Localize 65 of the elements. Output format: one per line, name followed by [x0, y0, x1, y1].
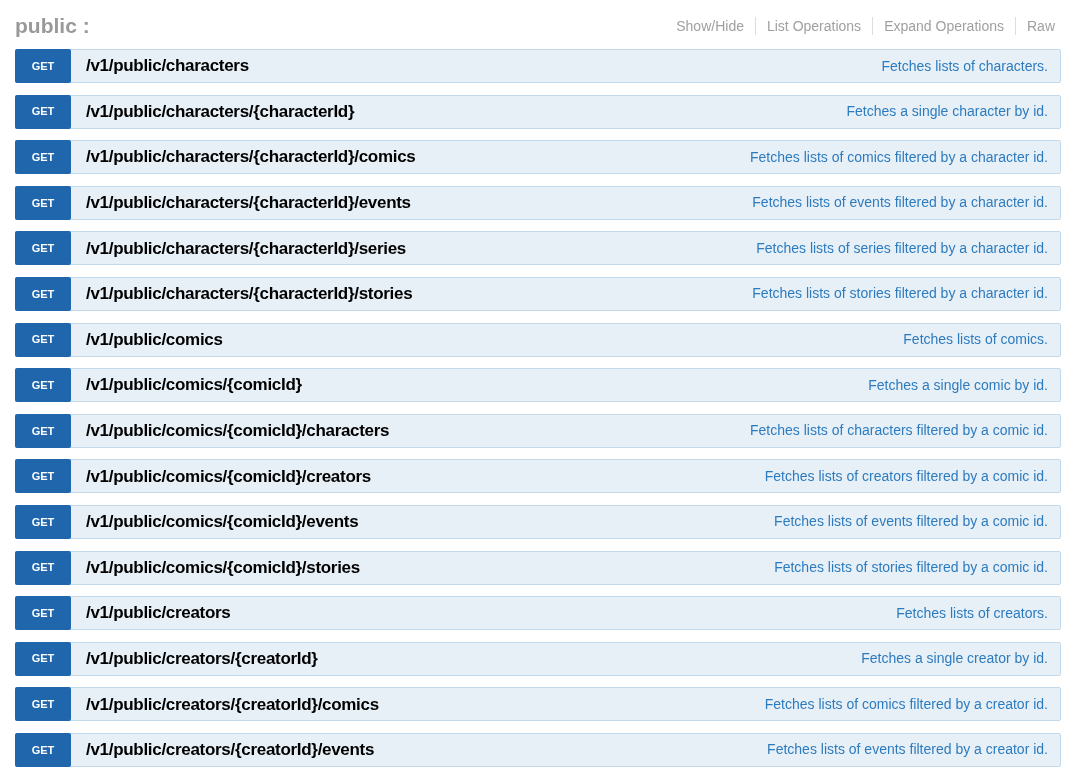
- operation-row[interactable]: GET /v1/public/comics/{comicId}/events Fetches lists of events filtered by a comic id.: [15, 504, 1061, 539]
- method-badge: GET: [15, 504, 71, 539]
- method-badge: GET: [15, 185, 71, 220]
- endpoint-path[interactable]: /v1/public/creators/{creatorId}/comics: [86, 691, 379, 718]
- method-badge: GET: [15, 231, 71, 266]
- endpoint-summary: Fetches lists of events filtered by a comic id.: [774, 512, 1048, 532]
- method-badge: GET: [15, 413, 71, 448]
- endpoint-path[interactable]: /v1/public/creators/{creatorId}/events: [86, 737, 375, 763]
- endpoint-summary: Fetches lists of stories filtered by a character id.: [752, 284, 1048, 304]
- endpoint-path[interactable]: /v1/public/comics/{comicId}/stories: [86, 554, 360, 581]
- endpoint-summary: Fetches lists of stories filtered by a comic id.: [774, 558, 1048, 578]
- method-badge: GET: [15, 732, 71, 767]
- operation-row[interactable]: GET /v1/public/creators Fetches lists of creators.: [15, 596, 1061, 631]
- section-title: public :: [15, 13, 90, 40]
- endpoint-path[interactable]: /v1/public/characters/{characterId}/events: [86, 190, 411, 216]
- method-badge: GET: [15, 276, 71, 311]
- endpoint-summary: Fetches lists of events filtered by a creator id.: [767, 740, 1048, 760]
- method-badge: GET: [15, 368, 71, 403]
- endpoint-path[interactable]: /v1/public/creators/{creatorId}: [86, 645, 318, 672]
- endpoint-path[interactable]: /v1/public/comics/{comicId}: [86, 372, 302, 398]
- method-badge: GET: [15, 459, 71, 494]
- endpoint-path[interactable]: /v1/public/characters/{characterId}/series: [86, 235, 407, 262]
- endpoint-summary: Fetches lists of series filtered by a character id.: [756, 238, 1048, 258]
- method-badge: GET: [15, 322, 71, 357]
- operation-row[interactable]: GET /v1/public/characters/{characterId}/comics Fetches lists of comics filtered by a character id.: [15, 140, 1061, 175]
- endpoint-summary: Fetches lists of comics filtered by a character id.: [750, 147, 1048, 167]
- endpoint-path[interactable]: /v1/public/comics/{comicId}/creators: [86, 463, 371, 490]
- endpoint-summary: Fetches lists of events filtered by a character id.: [752, 193, 1048, 213]
- endpoint-summary: Fetches a single creator by id.: [861, 649, 1048, 669]
- method-badge: GET: [15, 550, 71, 585]
- operation-row[interactable]: GET /v1/public/creators/{creatorId} Fetches a single creator by id.: [15, 641, 1061, 676]
- operation-row[interactable]: GET /v1/public/characters Fetches lists of characters.: [15, 49, 1061, 83]
- endpoint-summary: Fetches a single character by id.: [846, 102, 1048, 122]
- endpoint-summary: Fetches lists of comics.: [903, 330, 1048, 350]
- endpoint-summary: Fetches a single comic by id.: [868, 375, 1048, 395]
- endpoint-path[interactable]: /v1/public/characters/{characterId}/comics: [86, 144, 416, 170]
- endpoint-path[interactable]: /v1/public/characters/{characterId}/stories: [86, 281, 413, 307]
- endpoint-summary: Fetches lists of creators.: [896, 603, 1048, 623]
- endpoint-path[interactable]: /v1/public/comics: [86, 326, 223, 353]
- operation-row[interactable]: GET /v1/public/creators/{creatorId}/comics Fetches lists of comics filtered by a creator id.: [15, 687, 1061, 722]
- endpoint-path[interactable]: /v1/public/characters: [86, 53, 249, 79]
- method-badge: GET: [15, 49, 71, 83]
- operation-row[interactable]: GET /v1/public/comics/{comicId}/creators Fetches lists of creators filtered by a comic id.: [15, 459, 1061, 494]
- operation-row[interactable]: GET /v1/public/characters/{characterId}/series Fetches lists of series filtered by a character id.: [15, 231, 1061, 266]
- operation-row[interactable]: GET /v1/public/characters/{characterId}/stories Fetches lists of stories filtered by a character id.: [15, 276, 1061, 311]
- endpoint-summary: Fetches lists of characters filtered by a comic id.: [750, 421, 1048, 441]
- method-badge: GET: [15, 687, 71, 722]
- operation-row[interactable]: GET /v1/public/comics/{comicId}/stories Fetches lists of stories filtered by a comic id.: [15, 550, 1061, 585]
- operation-row[interactable]: GET /v1/public/creators/{creatorId}/events Fetches lists of events filtered by a creator id.: [15, 732, 1061, 767]
- operation-row[interactable]: GET /v1/public/characters/{characterId} Fetches a single character by id.: [15, 94, 1061, 129]
- endpoint-summary: Fetches lists of characters.: [881, 56, 1048, 76]
- endpoint-summary: Fetches lists of creators filtered by a comic id.: [764, 466, 1048, 486]
- method-badge: GET: [15, 94, 71, 129]
- endpoint-path[interactable]: /v1/public/comics/{comicId}/characters: [86, 418, 390, 444]
- method-badge: GET: [15, 641, 71, 676]
- method-badge: GET: [15, 140, 71, 175]
- operation-row[interactable]: GET /v1/public/comics/{comicId} Fetches a single comic by id.: [15, 368, 1061, 403]
- operation-row[interactable]: GET /v1/public/comics/{comicId}/characters Fetches lists of characters filtered by a comic id.: [15, 413, 1061, 448]
- endpoint-path[interactable]: /v1/public/characters/{characterId}: [86, 98, 355, 125]
- endpoint-path[interactable]: /v1/public/creators: [86, 600, 231, 626]
- endpoint-path[interactable]: /v1/public/comics/{comicId}/events: [86, 509, 359, 535]
- endpoint-summary: Fetches lists of comics filtered by a creator id.: [764, 694, 1048, 714]
- method-badge: GET: [15, 596, 71, 631]
- operation-row[interactable]: GET /v1/public/characters/{characterId}/events Fetches lists of events filtered by a character id.: [15, 185, 1061, 220]
- operation-row[interactable]: GET /v1/public/comics Fetches lists of comics.: [15, 322, 1061, 357]
